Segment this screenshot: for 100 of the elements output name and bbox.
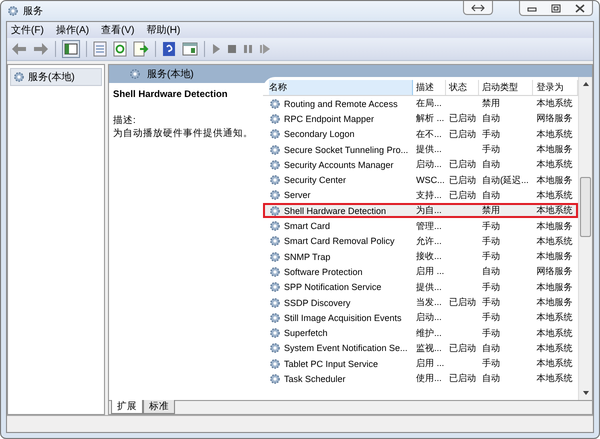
table-cell-text: 支持... (415, 188, 443, 202)
menu-item[interactable]: 帮助(H) (146, 23, 180, 37)
column-header[interactable]: 启动类型 (479, 80, 534, 94)
table-row[interactable]: RPC Endpoint Mapper 解析 ... 已启动 自动 网络服务 (263, 111, 578, 127)
table-cell-text: 提供... (415, 280, 443, 294)
scroll-down-icon[interactable] (582, 390, 590, 396)
table-row[interactable]: Shell Hardware Detection 为自... 禁用 本地系统 (263, 203, 578, 218)
scroll-up-icon[interactable] (582, 81, 590, 87)
table-cell-text: 本地系统 (535, 357, 574, 370)
table-cell-text: 在局... (415, 97, 443, 110)
table-cell-text: 手动 (481, 311, 502, 324)
table-cell: SPP Notification Service (284, 282, 382, 292)
service-gear-icon (269, 327, 281, 340)
service-gear-icon (269, 174, 281, 186)
table-cell: Security Accounts Manager (284, 160, 394, 170)
pause-icon[interactable] (243, 43, 253, 55)
service-gear-icon (269, 296, 281, 308)
table-cell-text: 本地系统 (535, 158, 574, 172)
list-icon[interactable] (93, 41, 107, 57)
service-gear-icon (269, 342, 281, 354)
help-icon[interactable] (162, 41, 176, 57)
gear-icon (129, 68, 141, 80)
resize-arrows-icon (471, 4, 485, 12)
table-row[interactable]: Smart Card 管理... 手动 本地服务 (263, 218, 578, 234)
column-header[interactable]: 名称 (269, 80, 414, 94)
table-cell-text: 自动 (481, 342, 502, 355)
window-title: 服务 (23, 5, 43, 18)
table-cell-text: 已启动 (448, 112, 478, 126)
table-row[interactable]: Server 支持... 已启动 自动 本地系统 (263, 188, 578, 204)
table-cell-text: 解析 ... (415, 112, 446, 126)
table-cell-text: 手动 (481, 357, 502, 370)
table-cell-text: 本地服务 (535, 250, 574, 264)
table-cell-text: 本地服务 (535, 174, 574, 187)
column-header[interactable]: 描述 (413, 80, 446, 94)
close-icon (575, 4, 585, 12)
maximize-icon (551, 4, 561, 12)
properties-icon[interactable] (182, 42, 198, 56)
table-cell-text: 已启动 (448, 342, 478, 355)
table-cell-text: 启动... (415, 158, 443, 172)
scrollbar[interactable] (578, 77, 592, 400)
table-cell: Server (284, 190, 311, 200)
service-gear-icon (269, 204, 281, 217)
export-icon[interactable] (133, 41, 149, 57)
table-cell: System Event Notification Se... (284, 343, 408, 354)
stop-icon[interactable] (227, 43, 237, 55)
table-row[interactable]: SSDP Discovery 当发... 已启动 手动 本地服务 (263, 294, 578, 310)
table-cell: Still Image Acquisition Events (284, 312, 402, 323)
table-row[interactable]: Software Protection 启用 ... 自动 网络服务 (263, 264, 578, 280)
table-cell-text: 本地系统 (535, 311, 574, 324)
service-gear-icon (269, 158, 281, 171)
menu-item[interactable]: 文件(F) (11, 23, 44, 37)
back-arrow-icon[interactable] (11, 42, 27, 56)
table-row[interactable]: Superfetch 维护... 手动 本地系统 (263, 325, 578, 341)
table-cell: Security Center (284, 175, 346, 186)
table-cell-text: 本地系统 (535, 372, 574, 386)
table-cell-text: 自动 (481, 158, 502, 172)
table-cell-text: 本地服务 (535, 143, 574, 156)
table-cell-text: 管理... (415, 220, 443, 233)
service-gear-icon (269, 144, 281, 156)
tab[interactable]: 标准 (143, 400, 175, 414)
table-cell-text: 监视... (415, 342, 443, 355)
service-gear-icon (269, 281, 281, 294)
table-row[interactable]: Task Scheduler 使用... 已启动 自动 本地系统 (263, 371, 578, 387)
table-cell-text: 自动 (481, 265, 502, 278)
scroll-thumb[interactable] (580, 177, 591, 237)
table-cell-text: 自动(延迟... (481, 174, 530, 187)
table-cell: Routing and Remote Access (284, 98, 398, 109)
table-row[interactable]: SNMP Trap 接收... 手动 本地服务 (263, 248, 578, 264)
table-cell-text: 当发... (415, 296, 443, 309)
column-header[interactable]: 状态 (446, 80, 480, 94)
table-row[interactable]: SPP Notification Service 提供... 手动 本地服务 (263, 280, 578, 295)
table-cell-text: WSC... (415, 175, 446, 186)
table-cell: Secondary Logon (284, 129, 355, 140)
table-row[interactable]: Secondary Logon 在不... 已启动 手动 本地系统 (263, 126, 578, 142)
refresh-icon[interactable] (113, 41, 127, 57)
play-icon[interactable] (211, 43, 221, 55)
snap-button[interactable] (463, 1, 493, 15)
table-row[interactable]: Routing and Remote Access 在局... 禁用 本地系统 (263, 96, 578, 112)
table-row[interactable]: Tablet PC Input Service 启用 ... 手动 本地系统 (263, 356, 578, 372)
description-label: 描述: (113, 114, 137, 127)
resume-icon[interactable] (259, 43, 271, 55)
table-cell-text: 提供... (415, 143, 443, 156)
service-gear-icon (269, 235, 281, 248)
table-cell-text: 维护... (415, 326, 443, 340)
table-cell-text: 启用 ... (415, 357, 446, 370)
menu-item[interactable]: 操作(A) (56, 23, 90, 37)
service-gear-icon (269, 112, 281, 125)
table-row[interactable]: Still Image Acquisition Events 启动... 手动 本地系统 (263, 310, 578, 326)
table-cell-text: 本地服务 (535, 220, 574, 233)
menu-item[interactable]: 查看(V) (101, 23, 134, 37)
forward-arrow-icon[interactable] (33, 42, 49, 56)
table-row[interactable]: Security Accounts Manager 启动... 已启动 自动 本地系统 (263, 157, 578, 172)
table-row[interactable]: Secure Socket Tunneling Pro... 提供... 手动 本地服务 (263, 142, 578, 158)
table-cell: SSDP Discovery (284, 298, 350, 308)
console-tree-icon[interactable] (62, 40, 80, 58)
tree-item[interactable]: 服务(本地) (10, 68, 102, 86)
table-row[interactable]: Smart Card Removal Policy 允许... 手动 本地系统 (263, 234, 578, 249)
table-row[interactable]: Security Center WSC... 已启动 自动(延迟... 本地服务 (263, 172, 578, 188)
table-row[interactable]: System Event Notification Se... 监视... 已启动 自动 本地系统 (263, 340, 578, 356)
tab[interactable]: 扩展 (111, 400, 143, 414)
